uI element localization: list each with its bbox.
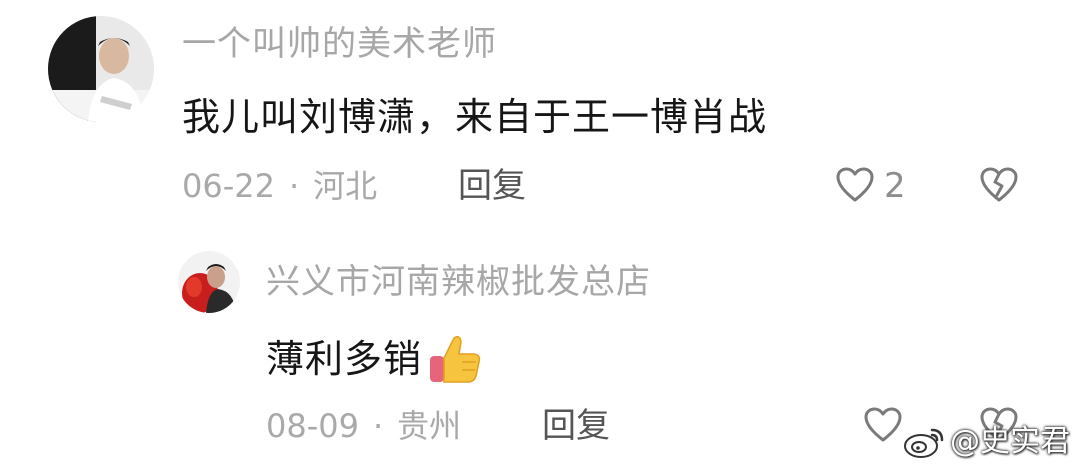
watermark: @史实君 — [902, 424, 1070, 460]
username[interactable]: 兴义市河南辣椒批发总店 — [266, 262, 651, 302]
meta-separator: · — [288, 167, 300, 205]
weibo-icon — [902, 424, 946, 460]
user-avatar[interactable] — [178, 251, 240, 313]
reply-button[interactable]: 回复 — [458, 166, 526, 206]
comment-thread: 一个叫帅的美术老师 我儿叫刘博潇，来自于王一博肖战 06-22 · 河北 回复 … — [0, 0, 1080, 470]
comment-date: 08-09 — [266, 407, 359, 445]
meta-separator: · — [372, 407, 384, 445]
thumbs-up-icon — [426, 330, 484, 388]
comment-location: 河北 — [313, 167, 378, 205]
comment-text: 我儿叫刘博潇，来自于王一博肖战 — [182, 95, 768, 139]
watermark-text: @史实君 — [950, 424, 1070, 459]
heart-outline-icon[interactable] — [862, 404, 904, 446]
user-avatar[interactable] — [48, 16, 154, 122]
heart-outline-icon[interactable] — [834, 164, 876, 206]
reply-button[interactable]: 回复 — [542, 406, 610, 446]
avatar-photo — [48, 16, 154, 122]
comment-date: 06-22 — [182, 167, 275, 205]
like-count: 2 — [884, 166, 906, 206]
comment-location: 贵州 — [397, 407, 462, 445]
comment-meta: 08-09 · 贵州 — [266, 406, 461, 446]
comment-text: 薄利多销 — [266, 330, 484, 388]
avatar-photo — [178, 251, 240, 313]
comment-text-content: 薄利多销 — [266, 337, 423, 381]
comment-meta: 06-22 · 河北 — [182, 166, 377, 206]
broken-heart-icon[interactable] — [978, 164, 1020, 206]
username[interactable]: 一个叫帅的美术老师 — [182, 24, 497, 64]
